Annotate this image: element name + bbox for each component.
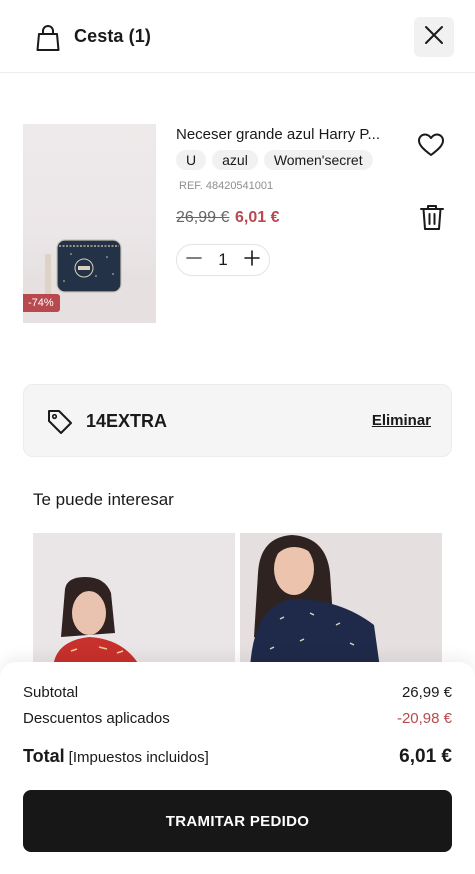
discount-badge: -74% [23, 294, 60, 312]
ref-label: REF. [179, 180, 203, 192]
checkout-button[interactable]: TRAMITAR PEDIDO [23, 790, 452, 852]
total-value: 6,01 € [399, 746, 452, 767]
recommended-product-2[interactable] [240, 533, 442, 668]
recommended-product-1[interactable] [33, 533, 235, 668]
product-image[interactable]: -74% [23, 124, 156, 323]
close-button[interactable] [414, 17, 454, 57]
color-chip: azul [212, 150, 258, 170]
order-summary: Subtotal 26,99 € Descuentos aplicados -2… [0, 662, 475, 874]
minus-icon[interactable] [185, 249, 203, 272]
remove-promo-link[interactable]: Eliminar [372, 412, 431, 429]
original-price: 26,99 € [176, 209, 230, 226]
subtotal-row: Subtotal 26,99 € [23, 684, 452, 701]
ref-value: 48420541001 [205, 180, 274, 192]
size-chip: U [176, 150, 207, 170]
total-label: Total [23, 746, 65, 766]
discounts-value: -20,98 € [396, 710, 452, 727]
promo-code-box: 14EXTRA Eliminar [23, 384, 452, 457]
sale-price: 6,01 € [235, 209, 280, 226]
product-ref: REF. 48420541001 [176, 180, 273, 192]
total-note: [Impuestos incluidos] [68, 749, 209, 766]
promo-code: 14EXTRA [86, 411, 168, 431]
product-name[interactable]: Neceser grande azul Harry P... [176, 126, 391, 143]
subtotal-value: 26,99 € [401, 684, 452, 701]
recommendations-title: Te puede interesar [33, 490, 174, 509]
quantity-value: 1 [218, 250, 228, 269]
brand-chip: Women'secret [263, 150, 373, 170]
product-attributes: U azul Women'secret [176, 150, 373, 170]
discounts-label: Descuentos aplicados [23, 710, 170, 727]
trash-icon[interactable] [419, 203, 445, 231]
shopping-bag-icon [35, 24, 61, 52]
tag-icon [46, 408, 74, 436]
cart-title: Cesta (1) [74, 26, 151, 46]
total-row: Total [Impuestos incluidos] 6,01 € [23, 746, 452, 768]
subtotal-label: Subtotal [23, 684, 79, 701]
close-icon [424, 25, 444, 50]
discounts-row: Descuentos aplicados -20,98 € [23, 710, 452, 727]
heart-icon[interactable] [417, 131, 445, 159]
cart-header: Cesta (1) [0, 0, 475, 73]
plus-icon[interactable] [243, 249, 261, 272]
quantity-stepper: 1 [176, 244, 270, 276]
